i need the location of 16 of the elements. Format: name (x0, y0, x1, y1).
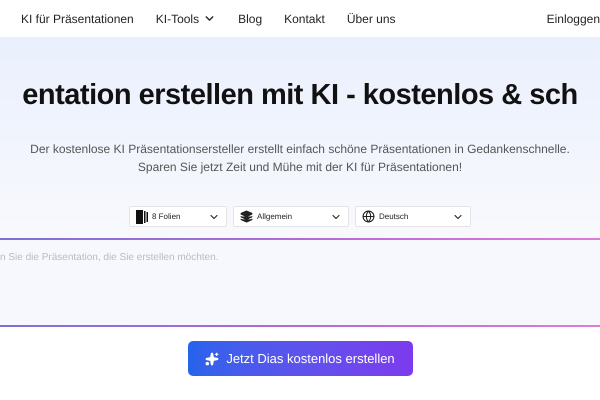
layers-icon (240, 210, 253, 223)
login-link[interactable]: Einloggen (546, 10, 600, 28)
dropdown-select[interactable]: Deutsch (355, 206, 471, 227)
globe-icon (362, 210, 375, 223)
sparkles-icon (205, 352, 220, 366)
hero-title: entation erstellen mit KI - kostenlos & sch (22, 81, 578, 110)
nav-link[interactable]: KI für Präsentationen (21, 10, 134, 28)
nav-link[interactable]: Kontakt (284, 10, 325, 28)
hero-subtitle: Der kostenlose KI Präsentationsersteller erstellt einfach schöne Präsentationen in Gedankenschnelle. Sparen Sie jetzt Zeit und Mühe mit der KI für Präsentationen! (29, 141, 571, 176)
dropdown-select[interactable]: Allgemein (233, 206, 349, 227)
slides-icon (136, 210, 148, 224)
nav-link[interactable]: Blog (238, 10, 262, 28)
dropdown-select[interactable]: 8 Folien (129, 206, 227, 227)
create-button[interactable]: Jetzt Dias kostenlos erstellen (188, 341, 412, 376)
nav-link[interactable]: KI-Tools (156, 10, 216, 28)
nav-link[interactable]: Über uns (346, 10, 396, 28)
